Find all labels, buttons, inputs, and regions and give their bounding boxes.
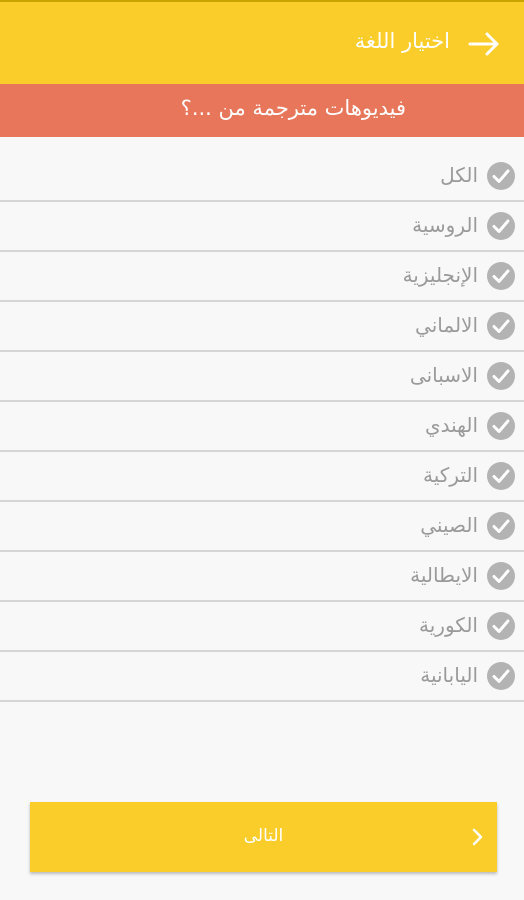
- list-item-russian[interactable]: الروسية: [0, 202, 524, 252]
- back-button[interactable]: [466, 28, 502, 60]
- list-item-label: اليابانية: [420, 663, 478, 687]
- check-circle-icon: [487, 512, 515, 540]
- list-item-label: الكل: [440, 163, 478, 187]
- list-item-spanish[interactable]: الاسبانى: [0, 352, 524, 402]
- list-item-label: الالماني: [415, 313, 478, 337]
- check-circle-icon: [487, 362, 515, 390]
- list-item-label: الايطالية: [410, 563, 478, 587]
- check-circle-icon: [487, 412, 515, 440]
- next-button[interactable]: التالى: [30, 802, 497, 872]
- check-circle-icon: [487, 662, 515, 690]
- check-circle-icon: [487, 212, 515, 240]
- list-item-german[interactable]: الالماني: [0, 302, 524, 352]
- check-circle-icon: [487, 612, 515, 640]
- arrow-right-icon: [468, 32, 499, 56]
- list-item-label: الهندي: [424, 413, 478, 437]
- list-item-label: الروسية: [412, 213, 478, 237]
- list-item-italian[interactable]: الايطالية: [0, 552, 524, 602]
- list-item-turkish[interactable]: التركية: [0, 452, 524, 502]
- check-circle-icon: [487, 262, 515, 290]
- language-list: الكل الروسية الإنجليزية الالماني الاسبان…: [0, 152, 524, 702]
- language-selection-screen: اختيار اللغة فيديوهات مترجمة من ...؟ الك…: [0, 0, 524, 900]
- page-title: اختيار اللغة: [354, 29, 450, 53]
- list-item-hindi[interactable]: الهندي: [0, 402, 524, 452]
- list-item-korean[interactable]: الكورية: [0, 602, 524, 652]
- chevron-right-icon: [472, 828, 483, 846]
- list-item-chinese[interactable]: الصيني: [0, 502, 524, 552]
- subheader-banner: فيديوهات مترجمة من ...؟: [0, 84, 524, 137]
- check-circle-icon: [487, 312, 515, 340]
- list-item-all[interactable]: الكل: [0, 152, 524, 202]
- list-item-label: الاسبانى: [409, 363, 478, 387]
- next-button-label: التالى: [243, 826, 284, 846]
- list-item-label: الإنجليزية: [402, 263, 478, 287]
- app-bar: اختيار اللغة: [0, 0, 524, 84]
- list-item-english[interactable]: الإنجليزية: [0, 252, 524, 302]
- list-item-japanese[interactable]: اليابانية: [0, 652, 524, 702]
- list-item-label: الكورية: [419, 613, 478, 637]
- check-circle-icon: [487, 562, 515, 590]
- subheader-text: فيديوهات مترجمة من ...؟: [180, 96, 406, 120]
- check-circle-icon: [487, 462, 515, 490]
- list-item-label: الصيني: [420, 513, 478, 537]
- check-circle-icon: [487, 162, 515, 190]
- list-item-label: التركية: [423, 463, 478, 487]
